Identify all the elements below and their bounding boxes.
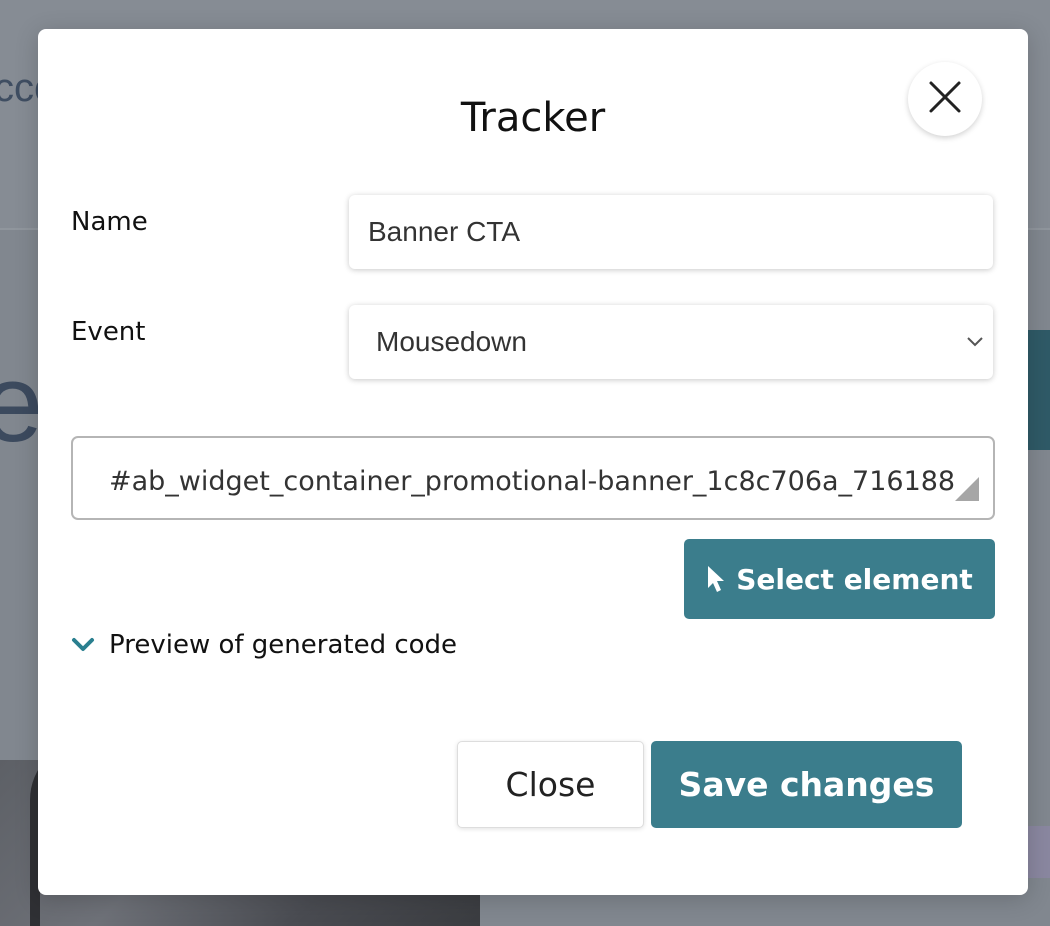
event-selected-value: Mousedown bbox=[376, 326, 527, 357]
preview-code-label: Preview of generated code bbox=[109, 630, 458, 660]
name-label: Name bbox=[71, 207, 148, 237]
modal-title: Tracker bbox=[460, 95, 606, 141]
background-teal-block bbox=[1028, 330, 1050, 450]
select-element-button[interactable]: Select element bbox=[684, 539, 995, 619]
close-button[interactable]: Close bbox=[457, 741, 644, 828]
close-modal-button[interactable] bbox=[908, 62, 982, 136]
event-label: Event bbox=[71, 317, 146, 347]
cursor-pointer-icon bbox=[706, 565, 726, 593]
save-changes-button[interactable]: Save changes bbox=[651, 741, 962, 828]
resize-handle-icon[interactable] bbox=[955, 477, 979, 508]
preview-code-toggle[interactable]: Preview of generated code bbox=[71, 630, 457, 660]
name-input[interactable] bbox=[349, 195, 993, 269]
select-element-label: Select element bbox=[736, 562, 973, 596]
css-selector-textarea[interactable]: #ab_widget_container_promotional-banner_… bbox=[71, 436, 995, 520]
chevron-down-icon bbox=[965, 331, 985, 356]
event-select[interactable]: Mousedown bbox=[349, 305, 993, 379]
close-icon bbox=[928, 80, 962, 119]
tracker-modal: Tracker Name Event Mousedown #ab_widget_… bbox=[38, 29, 1028, 895]
chevron-down-icon bbox=[71, 637, 97, 653]
background-heading-fragment: e bbox=[0, 342, 44, 465]
css-selector-value: #ab_widget_container_promotional-banner_… bbox=[109, 466, 956, 497]
background-purple-block bbox=[1028, 826, 1050, 878]
